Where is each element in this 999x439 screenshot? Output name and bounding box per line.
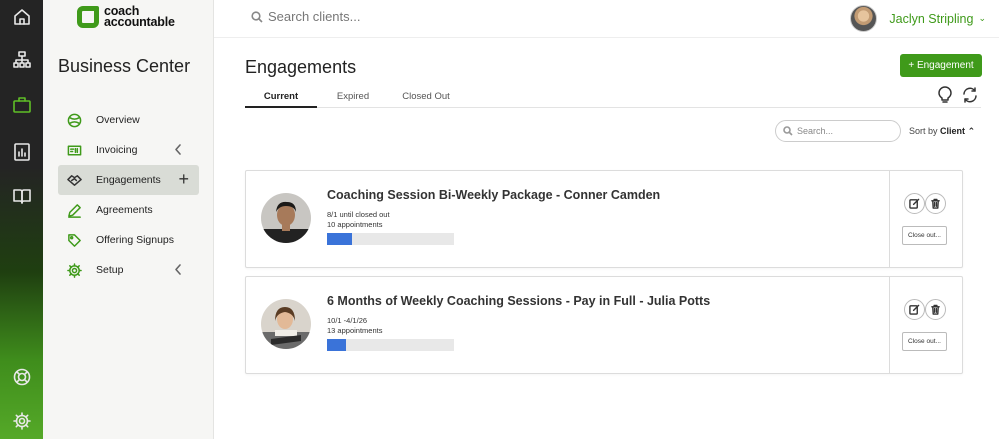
- client-search-placeholder: Search clients...: [268, 9, 361, 24]
- client-search-input[interactable]: Search clients...: [251, 9, 361, 24]
- overview-icon: [67, 113, 82, 127]
- sort-control[interactable]: Sort by Client ⌃: [909, 126, 975, 137]
- tab-expired[interactable]: Expired: [328, 91, 378, 108]
- help-icon[interactable]: [0, 362, 43, 392]
- sidebar-item-offering-signups[interactable]: Offering Signups: [58, 225, 199, 255]
- book-icon[interactable]: [0, 181, 43, 211]
- sidebar-item-label: Setup: [96, 264, 124, 276]
- sidebar-item-label: Engagements: [96, 174, 161, 186]
- engagement-tabs: Current Expired Closed Out: [245, 86, 981, 108]
- sidebar-item-setup[interactable]: Setup: [58, 255, 199, 285]
- add-engagement-plus-icon[interactable]: +: [178, 170, 189, 188]
- engagement-progress-bar: [327, 233, 454, 245]
- chevron-left-icon[interactable]: [173, 263, 183, 276]
- sidebar-item-label: Offering Signups: [96, 234, 175, 246]
- logo[interactable]: coach accountable: [77, 5, 175, 29]
- engagement-title[interactable]: 6 Months of Weekly Coaching Sessions - P…: [327, 294, 710, 308]
- user-name[interactable]: Jaclyn Stripling: [889, 12, 973, 26]
- engagement-appointments: 10 appointments: [327, 220, 383, 229]
- sidebar-item-agreements[interactable]: Agreements: [58, 195, 199, 225]
- chevron-down-icon[interactable]: ⌄: [978, 13, 986, 24]
- progress-fill: [327, 233, 353, 245]
- sidebar-item-label: Overview: [96, 114, 140, 126]
- edit-icon[interactable]: [904, 193, 925, 214]
- lightbulb-icon[interactable]: [936, 86, 954, 104]
- search-icon: [251, 10, 263, 23]
- card-actions: Close out...: [889, 171, 962, 267]
- engagement-search-placeholder: Search...: [797, 126, 834, 136]
- engagement-card[interactable]: Coaching Session Bi-Weekly Package - Con…: [245, 170, 963, 268]
- sidebar-item-label: Agreements: [96, 204, 153, 216]
- home-icon[interactable]: [0, 2, 43, 32]
- settings-icon[interactable]: [0, 406, 43, 436]
- card-actions: Close out...: [889, 277, 962, 373]
- client-avatar[interactable]: [261, 299, 311, 349]
- app-rail: [0, 0, 43, 439]
- search-icon: [783, 126, 793, 136]
- sidebar-nav: Overview Invoicing Engagements + Agreeme…: [58, 105, 199, 285]
- logo-mark-icon: [77, 6, 99, 28]
- close-out-button[interactable]: Close out...: [902, 332, 947, 351]
- avatar[interactable]: [850, 5, 878, 32]
- gear-icon: [67, 262, 82, 278]
- pen-icon: [68, 203, 81, 218]
- page-title: Engagements: [245, 57, 357, 77]
- tab-closed-out[interactable]: Closed Out: [393, 91, 459, 108]
- handshake-icon: [67, 174, 82, 186]
- top-bar: Search clients... Jaclyn Stripling ⌄: [214, 0, 999, 38]
- client-avatar[interactable]: [261, 193, 311, 243]
- logo-text-line2: accountable: [104, 15, 175, 29]
- engagement-card[interactable]: 6 Months of Weekly Coaching Sessions - P…: [245, 276, 963, 374]
- engagement-progress-bar: [327, 339, 454, 351]
- client-photo-icon: [261, 193, 311, 243]
- engagement-dates: 8/1 until closed out: [327, 210, 390, 219]
- chevron-left-icon[interactable]: [173, 143, 183, 156]
- add-engagement-button[interactable]: + Engagement: [900, 54, 982, 77]
- tab-current[interactable]: Current: [245, 91, 317, 108]
- progress-fill: [327, 339, 347, 351]
- invoice-icon: [67, 145, 82, 155]
- tag-icon: [68, 233, 81, 247]
- sidebar-title: Business Center: [58, 56, 191, 76]
- trash-icon[interactable]: [925, 299, 946, 320]
- engagement-search-input[interactable]: Search...: [775, 120, 901, 142]
- sidebar-item-label: Invoicing: [96, 144, 138, 156]
- sidebar: coach accountable Business Center Overvi…: [43, 0, 214, 439]
- edit-icon[interactable]: [904, 299, 925, 320]
- sidebar-item-invoicing[interactable]: Invoicing: [58, 135, 199, 165]
- chevron-up-icon[interactable]: ⌃: [968, 126, 976, 136]
- sort-label: Sort by: [909, 126, 938, 136]
- sort-value[interactable]: Client: [940, 126, 965, 136]
- engagement-dates: 10/1 -4/1/26: [327, 316, 368, 325]
- trash-icon[interactable]: [925, 193, 946, 214]
- refresh-icon[interactable]: [961, 86, 979, 104]
- user-menu[interactable]: Jaclyn Stripling ⌄: [850, 5, 986, 32]
- engagement-title[interactable]: Coaching Session Bi-Weekly Package - Con…: [327, 188, 660, 202]
- engagement-appointments: 13 appointments: [327, 326, 383, 335]
- report-icon[interactable]: [0, 137, 43, 167]
- close-out-button[interactable]: Close out...: [902, 226, 947, 245]
- client-photo-icon: [261, 299, 311, 349]
- sidebar-item-engagements[interactable]: Engagements +: [58, 165, 199, 195]
- briefcase-icon[interactable]: [0, 90, 43, 120]
- org-chart-icon[interactable]: [0, 45, 43, 75]
- sidebar-item-overview[interactable]: Overview: [58, 105, 199, 135]
